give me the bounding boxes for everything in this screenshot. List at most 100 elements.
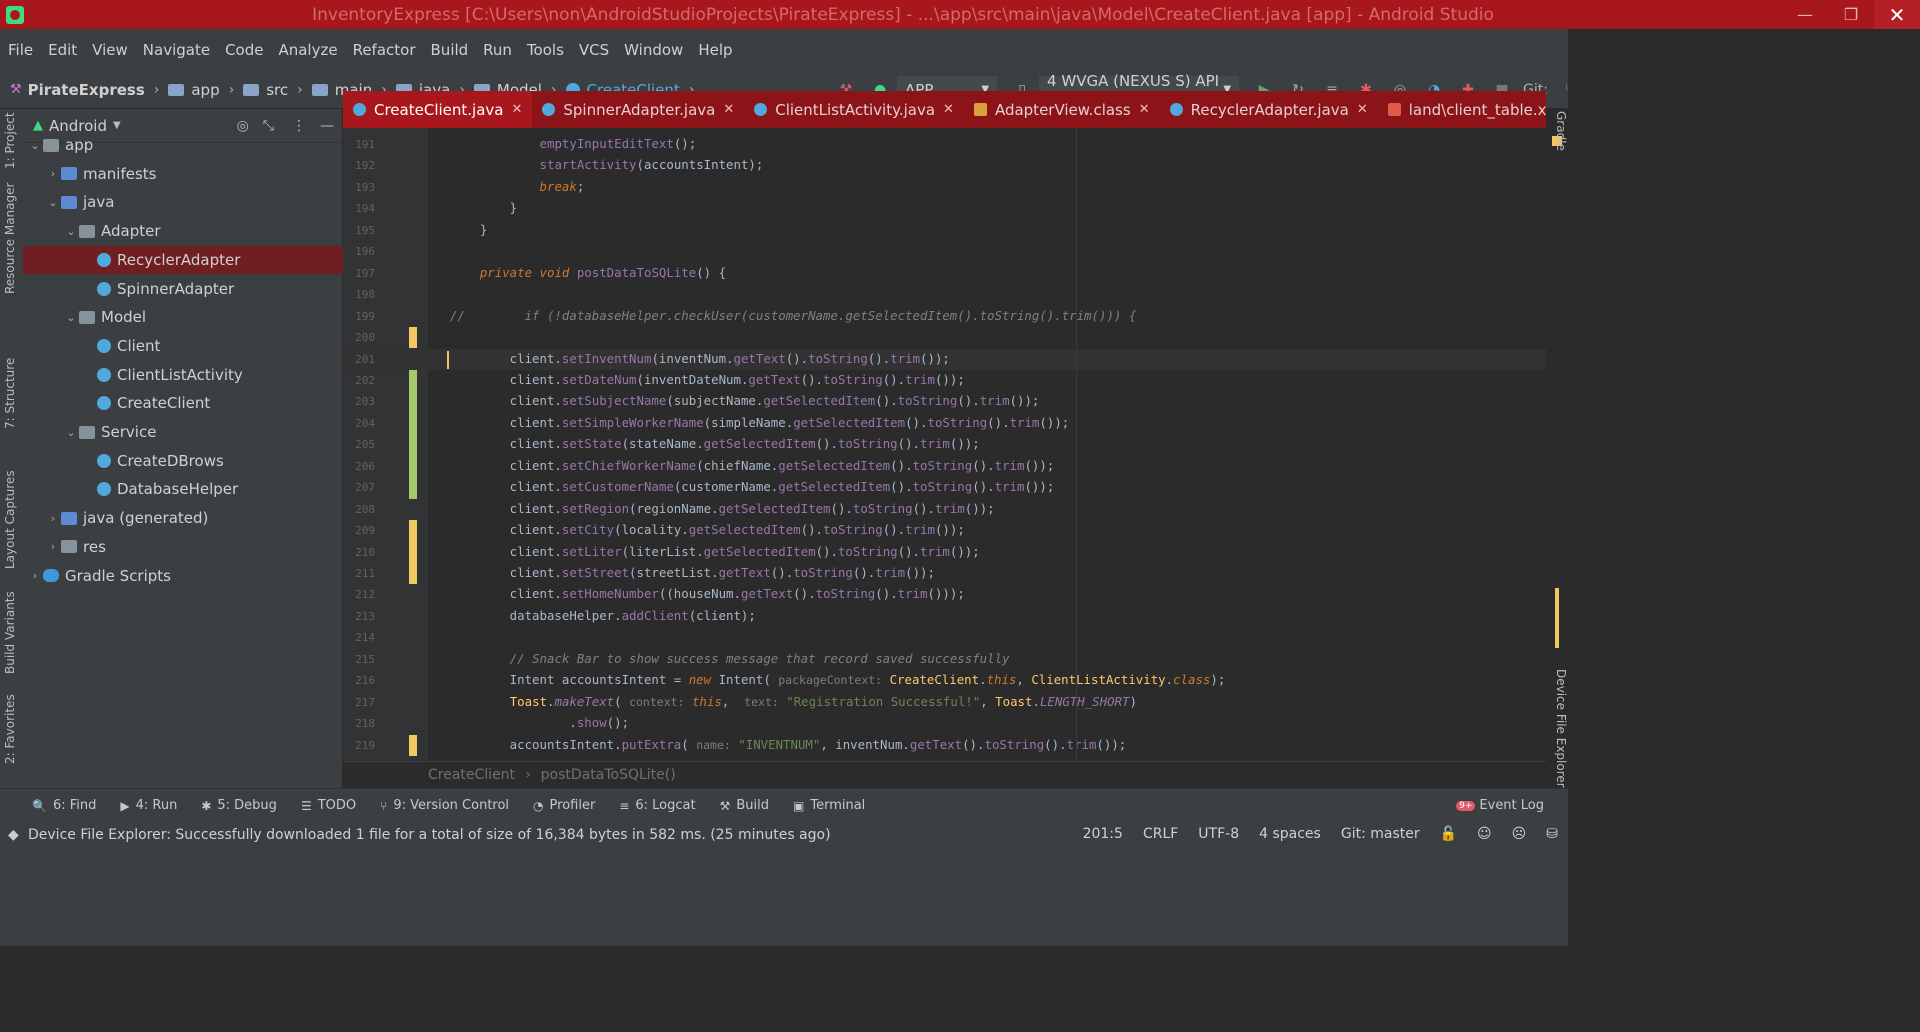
right-tool-tab[interactable]: Device File Explorer <box>1546 669 1568 788</box>
tree-item[interactable]: ⌄ Model <box>23 303 343 331</box>
git-branch[interactable]: Git: master <box>1341 826 1420 842</box>
code-line[interactable]: 217 Toast.makeText( context: this, text:… <box>343 692 1546 713</box>
code-line[interactable]: 199 // if (!databaseHelper.checkUser(cust… <box>343 306 1546 327</box>
expand-arrow-icon[interactable]: › <box>45 540 61 553</box>
expand-arrow-icon[interactable]: › <box>45 167 61 180</box>
code-text[interactable]: Intent accountsIntent = new Intent( pack… <box>450 672 1226 687</box>
code-text[interactable]: client.setState(stateName.getSelectedIte… <box>450 436 980 451</box>
code-line[interactable]: 204 client.setSimpleWorkerName(simpleNam… <box>343 413 1546 434</box>
code-line[interactable]: 202 client.setDateNum(inventDateNum.getT… <box>343 370 1546 391</box>
menu-edit[interactable]: Edit <box>48 41 77 59</box>
code-line[interactable]: 219 accountsIntent.putExtra( name: "INVE… <box>343 735 1546 756</box>
left-tool-tab[interactable]: 2: Favorites <box>3 694 21 764</box>
code-editor[interactable]: 191 emptyInputEditText(); 192 startActivi… <box>343 128 1546 761</box>
code-text[interactable]: client.setChiefWorkerName(chiefName.getS… <box>450 458 1055 473</box>
menu-analyze[interactable]: Analyze <box>278 41 337 59</box>
tree-item[interactable]: ⌄ Service <box>23 418 343 446</box>
editor-tab[interactable]: ClientListActivity.java ✕ <box>744 91 964 128</box>
memory-icon[interactable]: ⛁ <box>1546 826 1558 842</box>
code-line[interactable]: 214 <box>343 627 1546 648</box>
breadcrumb-method[interactable]: postDataToSQLite() <box>541 767 676 783</box>
code-line[interactable]: 216 Intent accountsIntent = new Intent( … <box>343 670 1546 691</box>
code-line[interactable]: 192 startActivity(accountsIntent); <box>343 155 1546 176</box>
left-tool-tab[interactable]: 1: Project <box>3 109 21 169</box>
tool-window-button[interactable]: 🔍 6: Find <box>32 798 96 813</box>
code-line[interactable]: 212 client.setHomeNumber((houseNum.getTe… <box>343 584 1546 605</box>
minimize-button[interactable]: — <box>1782 0 1828 29</box>
menu-file[interactable]: File <box>8 41 33 59</box>
code-line[interactable]: 200 <box>343 327 1546 348</box>
close-tab-icon[interactable]: ✕ <box>1357 102 1368 117</box>
expand-arrow-icon[interactable]: › <box>27 569 43 582</box>
code-line[interactable]: 196 <box>343 241 1546 262</box>
file-encoding[interactable]: UTF-8 <box>1198 826 1239 842</box>
expand-arrow-icon[interactable]: ⌄ <box>63 225 79 238</box>
breadcrumb-class[interactable]: CreateClient <box>428 767 515 783</box>
caret-position[interactable]: 201:5 <box>1083 826 1123 842</box>
tree-item[interactable]: Client <box>23 332 343 360</box>
close-tab-icon[interactable]: ✕ <box>943 102 954 117</box>
code-line[interactable]: 193 break; <box>343 177 1546 198</box>
left-tool-tab[interactable]: 7: Structure <box>3 358 21 429</box>
code-text[interactable]: client.setDateNum(inventDateNum.getText(… <box>450 372 965 387</box>
tool-window-button[interactable]: ⑂ 9: Version Control <box>380 798 509 813</box>
close-tab-icon[interactable]: ✕ <box>723 102 734 117</box>
code-text[interactable]: client.setInventNum(inventNum.getText().… <box>450 351 950 366</box>
code-text[interactable]: } <box>450 222 487 237</box>
expand-arrow-icon[interactable]: ⌄ <box>63 426 79 439</box>
code-text[interactable]: startActivity(accountsIntent); <box>450 157 764 172</box>
code-line[interactable]: 203 client.setSubjectName(subjectName.ge… <box>343 391 1546 412</box>
editor-tab[interactable]: SpinnerAdapter.java ✕ <box>532 91 744 128</box>
tool-window-button[interactable]: ▣ Terminal <box>793 798 865 813</box>
code-line[interactable]: 201 client.setInventNum(inventNum.getTex… <box>343 348 1546 370</box>
code-text[interactable]: private void postDataToSQLite() { <box>450 265 726 280</box>
scroll-thumb[interactable] <box>1555 588 1559 648</box>
right-tool-tab[interactable]: Gradle <box>1546 111 1568 151</box>
code-line[interactable]: 218 .show(); <box>343 713 1546 734</box>
code-text[interactable]: client.setHomeNumber((houseNum.getText()… <box>450 586 965 601</box>
editor-scrollbar[interactable] <box>1546 128 1568 761</box>
tree-item[interactable]: › res <box>23 533 343 561</box>
left-tool-tab[interactable]: Build Variants <box>3 584 21 674</box>
editor-tab[interactable]: RecyclerAdapter.java ✕ <box>1160 91 1378 128</box>
code-text[interactable]: // Snack Bar to show success message tha… <box>450 651 1010 666</box>
menu-navigate[interactable]: Navigate <box>143 41 210 59</box>
code-text[interactable]: client.setStreet(streetList.getText().to… <box>450 565 935 580</box>
indent-setting[interactable]: 4 spaces <box>1259 826 1321 842</box>
chevron-down-icon[interactable]: ▼ <box>113 120 121 131</box>
code-line[interactable]: 210 client.setLiter(literList.getSelecte… <box>343 542 1546 563</box>
menu-help[interactable]: Help <box>698 41 732 59</box>
menu-run[interactable]: Run <box>483 41 512 59</box>
code-text[interactable]: break; <box>450 179 585 194</box>
tool-window-button[interactable]: ▶ 4: Run <box>120 798 177 813</box>
tree-item[interactable]: ClientListActivity <box>23 361 343 389</box>
close-button[interactable]: ✕ <box>1874 0 1920 29</box>
code-text[interactable]: accountsIntent.putExtra( name: "INVENTNU… <box>450 737 1127 752</box>
breadcrumb-item[interactable]: PirateExpress › <box>28 81 169 99</box>
code-text[interactable]: client.setSubjectName(subjectName.getSel… <box>450 393 1040 408</box>
code-line[interactable]: 207 client.setCustomerName(customerName.… <box>343 477 1546 498</box>
status-message[interactable]: Device File Explorer: Successfully downl… <box>28 827 831 843</box>
tree-item[interactable]: › java (generated) <box>23 504 343 532</box>
smile-icon[interactable]: ☺ <box>1477 826 1492 842</box>
code-text[interactable]: .show(); <box>450 715 629 730</box>
code-text[interactable]: client.setCity(locality.getSelectedItem(… <box>450 522 965 537</box>
expand-arrow-icon[interactable]: › <box>45 512 61 525</box>
expand-arrow-icon[interactable]: ⌄ <box>63 311 79 324</box>
close-tab-icon[interactable]: ✕ <box>511 102 522 117</box>
tree-item[interactable]: › Gradle Scripts <box>23 562 343 590</box>
code-line[interactable]: 208 client.setRegion(regionName.getSelec… <box>343 499 1546 520</box>
code-line[interactable]: 206 client.setChiefWorkerName(chiefName.… <box>343 456 1546 477</box>
code-text[interactable]: client.setLiter(literList.getSelectedIte… <box>450 544 980 559</box>
expand-arrow-icon[interactable]: ⌄ <box>45 196 61 209</box>
breadcrumb-item[interactable]: src › <box>243 81 312 99</box>
tree-item[interactable]: ⌄ app <box>23 131 343 159</box>
tool-window-button[interactable]: ✱ 5: Debug <box>201 798 277 813</box>
code-text[interactable]: // if (!databaseHelper.checkUser(custome… <box>450 308 1136 323</box>
tree-item[interactable]: ⌄ java <box>23 188 343 216</box>
code-line[interactable]: 191 emptyInputEditText(); <box>343 134 1546 155</box>
code-line[interactable]: 211 client.setStreet(streetList.getText(… <box>343 563 1546 584</box>
menu-window[interactable]: Window <box>624 41 683 59</box>
code-text[interactable]: client.setSimpleWorkerName(simpleName.ge… <box>450 415 1070 430</box>
expand-arrow-icon[interactable]: ⌄ <box>27 139 43 152</box>
